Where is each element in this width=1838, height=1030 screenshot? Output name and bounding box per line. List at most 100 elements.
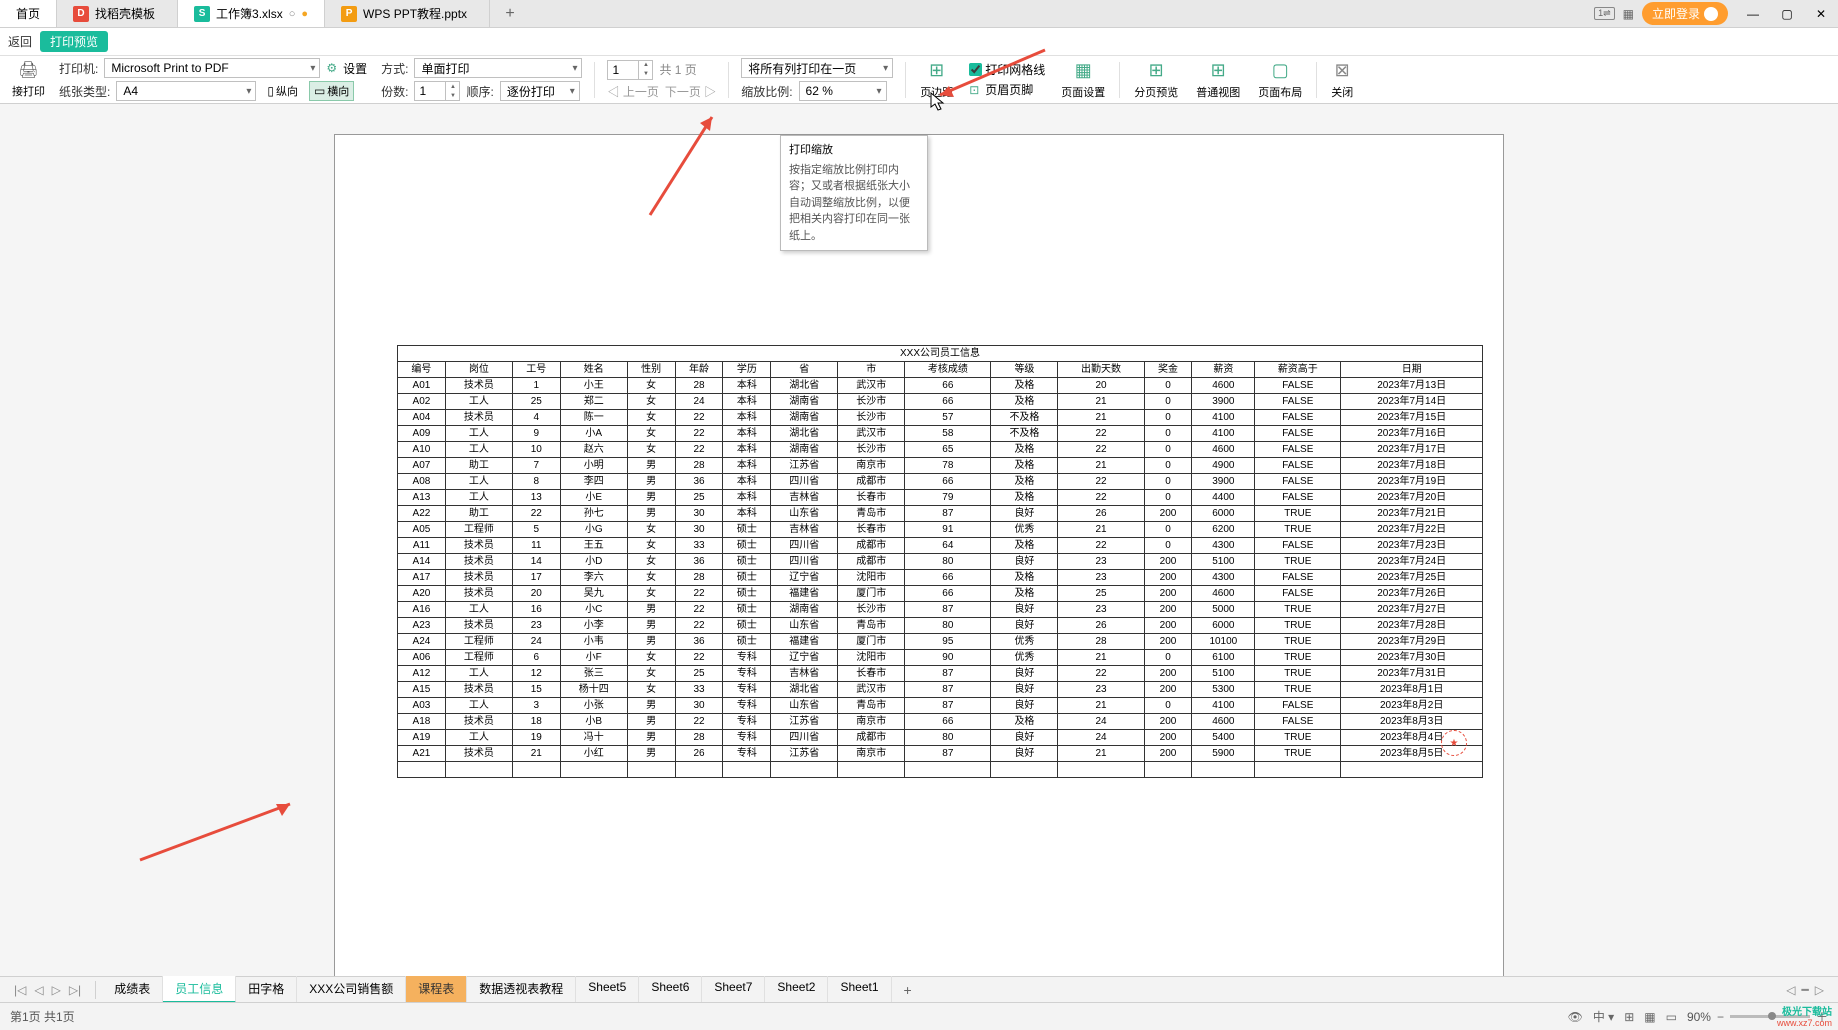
zoom-value: 90% [1687,1010,1711,1024]
sheet-tab[interactable]: 课程表 [406,976,467,1003]
sheet-next-icon[interactable]: ▷ [50,983,63,997]
template-icon: D [73,6,89,22]
scale-value: 62 % [806,84,833,98]
tab-home-label: 首页 [16,5,40,22]
scroll-thumb[interactable]: ━ [1802,983,1809,997]
landscape-button[interactable]: ▭横向 [309,81,354,101]
pagebreak-icon: ⊞ [1145,60,1167,82]
paper-preview: XXX公司员工信息编号岗位工号姓名性别年龄学历省市考核成绩等级出勤天数奖金薪资薪… [334,134,1504,976]
gridlines-checkbox[interactable] [969,63,982,76]
brand-watermark: 极光下载站 www.xz7.com [1777,1003,1832,1028]
tab-workbook[interactable]: S 工作簿3.xlsx ○ ● [178,0,325,27]
printer-icon[interactable]: 🖨 [18,60,38,80]
tab-add-button[interactable]: + [490,0,530,27]
mode-label: 方式: [381,60,408,77]
zoom-out-icon[interactable]: − [1717,1010,1724,1024]
sheet-tab[interactable]: Sheet2 [765,976,828,1003]
print-toolbar: 🖨 接打印 打印机: Microsoft Print to PDF ⚙ 设置 纸… [0,56,1838,104]
sheet-tab[interactable]: Sheet6 [639,976,702,1003]
view-pagebreak-icon[interactable]: ▦ [1644,1010,1655,1024]
layout-icon: ▢ [1269,60,1291,82]
close-preview-button[interactable]: ⊠关闭 [1323,56,1361,103]
grid-icon[interactable]: ▦ [1623,7,1634,21]
print-preview-badge[interactable]: 打印预览 [40,31,108,52]
sheet-tab[interactable]: 田字格 [236,976,297,1003]
lang-icon[interactable]: 中 ▾ [1593,1008,1614,1025]
scale-value-select[interactable]: 62 % [799,81,887,101]
employee-table: XXX公司员工信息编号岗位工号姓名性别年龄学历省市考核成绩等级出勤天数奖金薪资薪… [397,345,1483,778]
pagesetup-button[interactable]: ▦页面设置 [1053,56,1113,103]
close-button[interactable]: ✕ [1804,0,1838,28]
order-select[interactable]: 逐份打印 [500,81,580,101]
separator [95,981,96,999]
sheet-tab[interactable]: 员工信息 [163,976,236,1003]
next-page-button: 下一页 ▷ [665,83,716,100]
paper-select[interactable]: A4 [116,81,256,101]
margins-button[interactable]: ⊞页边距 [912,56,961,103]
separator [905,62,906,98]
sheet-tab[interactable]: Sheet7 [702,976,765,1003]
printer-value: Microsoft Print to PDF [111,61,228,75]
sheet-nav: |◁ ◁ ▷ ▷| [6,983,89,997]
duplex-select[interactable]: 单面打印 [414,58,582,78]
sheet-tab[interactable]: 数据透视表教程 [467,976,576,1003]
sheet-tab[interactable]: Sheet5 [576,976,639,1003]
gridlines-label: 打印网格线 [985,61,1045,78]
view-grid-icon[interactable]: ⊞ [1624,1010,1634,1024]
direct-print-label: 接打印 [12,83,45,99]
pagebreak-button[interactable]: ⊞分页预览 [1126,56,1186,103]
portrait-button[interactable]: ▯纵向 [262,81,303,101]
view-layout-icon[interactable]: ▭ [1666,1010,1677,1024]
minimize-button[interactable]: — [1736,0,1770,28]
status-page-info: 第1页 共1页 [10,1008,75,1025]
switcher-icon[interactable]: 1⇌ [1594,7,1615,20]
scroll-left-icon[interactable]: ◁ [1786,983,1795,997]
sheet-first-icon[interactable]: |◁ [12,983,28,997]
tab-ppt-label: WPS PPT教程.pptx [363,5,467,22]
printer-select[interactable]: Microsoft Print to PDF [104,58,320,78]
scale-label: 缩放比例: [741,83,792,100]
sheet-prev-icon[interactable]: ◁ [32,983,45,997]
settings-label[interactable]: 设置 [343,60,367,77]
brand-url: www.xz7.com [1777,1018,1832,1028]
mode-value: 单面打印 [421,60,469,77]
sheet-last-icon[interactable]: ▷| [67,983,83,997]
separator [728,62,729,98]
page-input[interactable]: 1▲▼ [607,60,653,80]
order-label: 顺序: [466,83,493,100]
scale-mode-select[interactable]: 将所有列打印在一页 [741,58,893,78]
prev-page-button: ◁ 上一页 [607,83,658,100]
maximize-button[interactable]: ▢ [1770,0,1804,28]
normal-button[interactable]: ⊞普通视图 [1188,56,1248,103]
separator [1119,62,1120,98]
window-controls: 1⇌ ▦ 立即登录 — ▢ ✕ [1586,0,1838,27]
brand-name: 极光下载站 [1782,1003,1832,1018]
headerfooter-section: 打印网格线 ⊡ 页眉页脚 [963,56,1051,103]
copies-label: 份数: [381,83,408,100]
tab-template[interactable]: D 找稻壳模板 [57,0,178,27]
tab-ppt[interactable]: P WPS PPT教程.pptx [325,0,490,27]
close-icon: ⊠ [1331,60,1353,82]
tab-template-label: 找稻壳模板 [95,5,155,22]
paper-value: A4 [123,84,138,98]
login-label: 立即登录 [1652,5,1700,22]
sheet-tab[interactable]: XXX公司销售额 [297,976,406,1003]
sheet-add-button[interactable]: + [894,982,922,998]
separator [1316,62,1317,98]
layout-button[interactable]: ▢页面布局 [1250,56,1310,103]
scroll-right-icon[interactable]: ▷ [1815,983,1824,997]
gear-icon[interactable]: ⚙ [326,61,337,75]
copies-input[interactable]: 1▲▼ [414,81,460,101]
sheet-tab[interactable]: 成绩表 [102,976,163,1003]
order-value: 逐份打印 [507,83,555,100]
page-total: 共 1 页 [659,61,696,78]
back-button[interactable]: 返回 [8,33,32,50]
status-bar: 第1页 共1页 👁 中 ▾ ⊞ ▦ ▭ 90% − ＋ [0,1002,1838,1030]
eye-icon[interactable]: 👁 [1568,1010,1583,1024]
paper-label: 纸张类型: [59,83,110,100]
login-button[interactable]: 立即登录 [1642,2,1728,25]
direct-print-section: 🖨 接打印 [6,56,51,103]
headerfooter-button[interactable]: 页眉页脚 [985,81,1033,98]
tab-home[interactable]: 首页 [0,0,57,27]
sheet-tab[interactable]: Sheet1 [828,976,891,1003]
